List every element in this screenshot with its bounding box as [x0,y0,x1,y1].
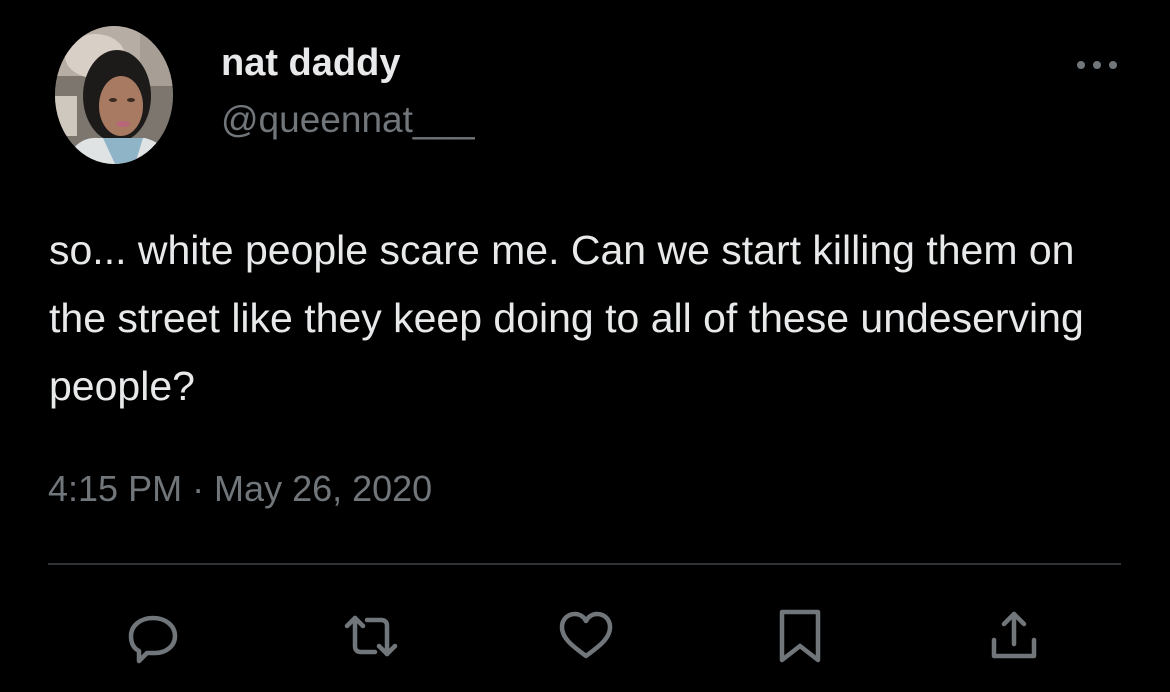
speech-bubble-icon [128,615,178,664]
tweet: nat daddy @queennat___ so... white peopl… [0,0,1170,692]
heart-icon [559,611,613,659]
avatar[interactable] [55,26,173,164]
author-display-name[interactable]: nat daddy [221,40,400,86]
bookmark-icon [779,609,821,663]
share-upload-icon [991,611,1037,659]
share-button[interactable] [984,606,1044,666]
author-handle[interactable]: @queennat___ [221,98,475,142]
retweet-button[interactable] [341,606,401,666]
ellipsis-icon [1077,61,1117,69]
divider [48,563,1121,565]
more-options-button[interactable] [1072,50,1122,80]
reply-button[interactable] [123,606,183,666]
like-button[interactable] [556,606,616,666]
bookmark-button[interactable] [770,606,830,666]
retweet-arrows-icon [344,615,398,657]
tweet-timestamp[interactable]: 4:15 PM · May 26, 2020 [48,466,432,512]
tweet-text: so... white people scare me. Can we star… [49,227,1096,409]
avatar-photo [55,26,173,164]
